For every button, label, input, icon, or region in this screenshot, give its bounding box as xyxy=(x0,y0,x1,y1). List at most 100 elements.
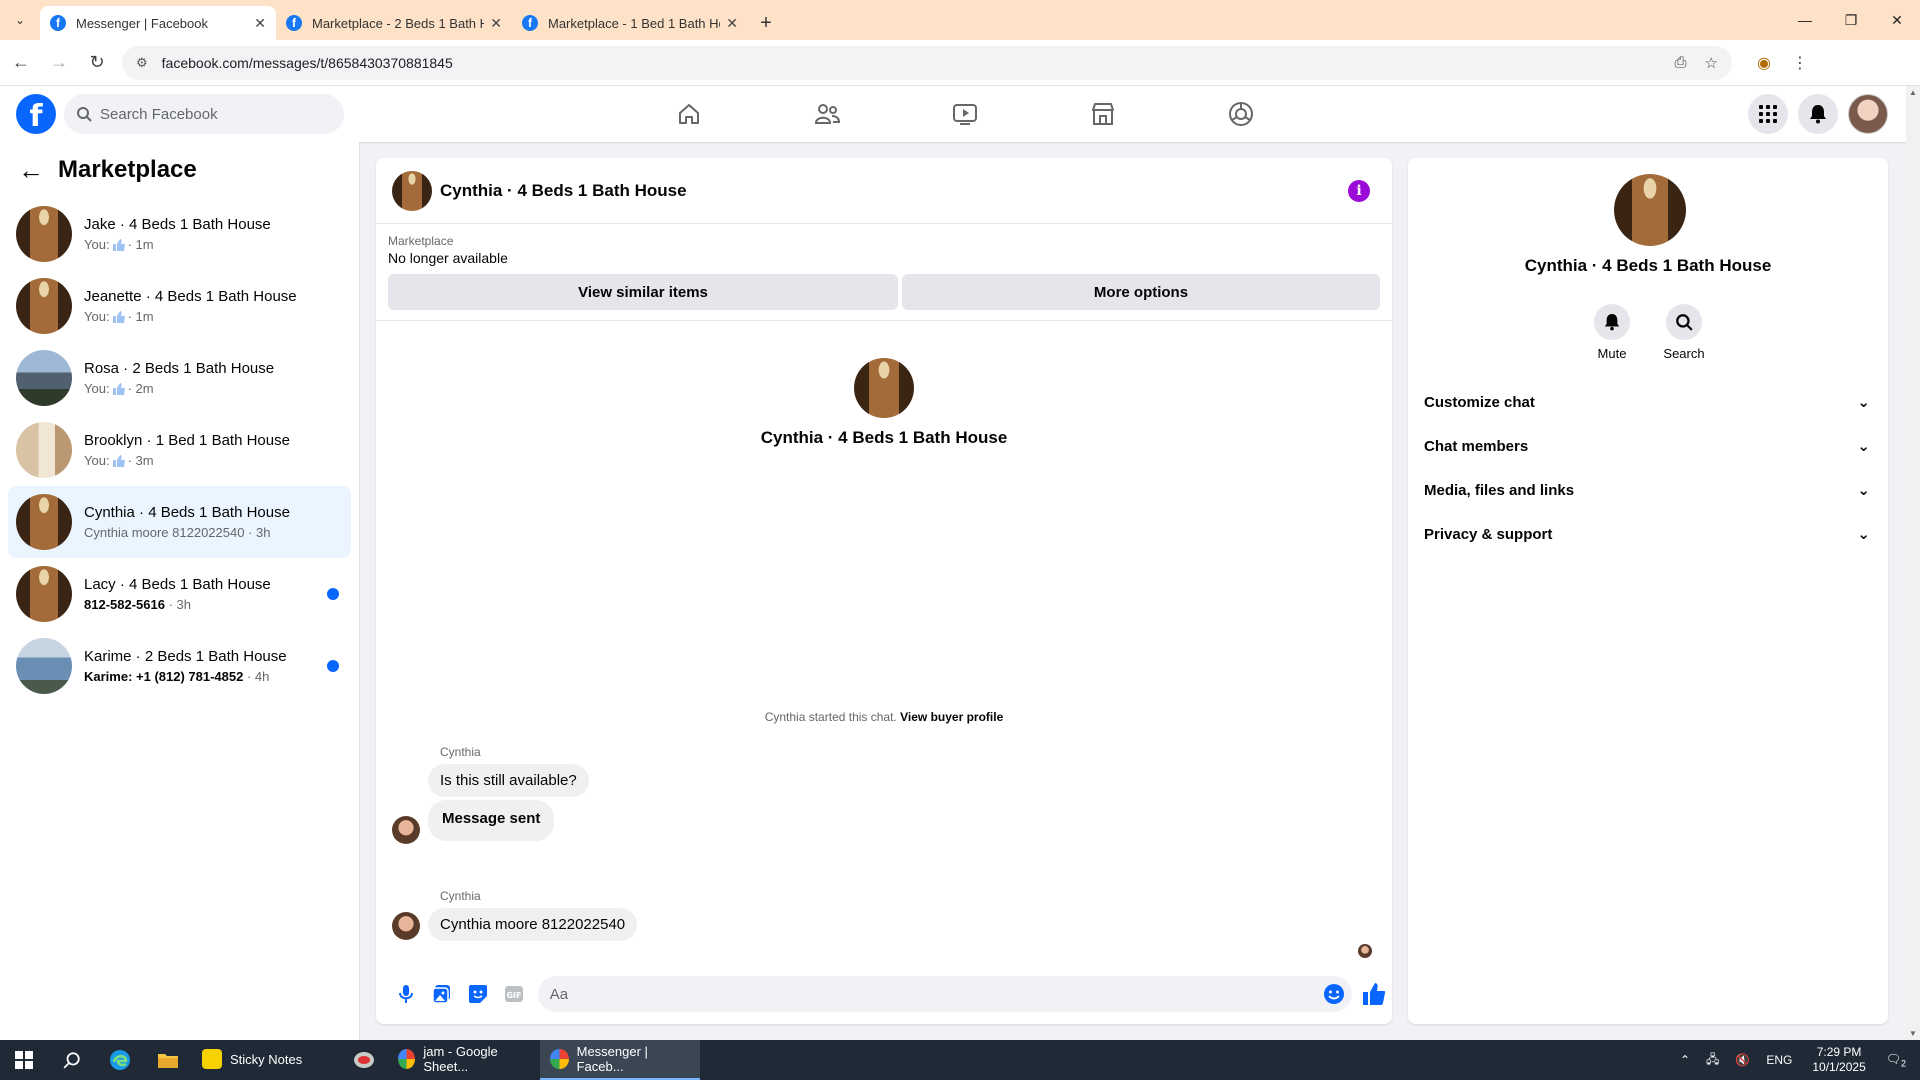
chat-members-section[interactable]: Chat members ⌄ xyxy=(1416,424,1880,468)
microphone-icon[interactable] xyxy=(388,976,424,1012)
url-field[interactable]: ⚙ facebook.com/messages/t/86584303708818… xyxy=(122,45,1732,80)
pinned-app-icon[interactable] xyxy=(340,1040,388,1080)
privacy-support-section[interactable]: Privacy & support ⌄ xyxy=(1416,512,1880,556)
marketplace-nav-icon[interactable] xyxy=(1034,86,1172,142)
reload-icon[interactable]: ↻ xyxy=(80,46,114,80)
thumbs-up-icon xyxy=(112,454,125,467)
browser-tab-marketplace-2beds[interactable]: f Marketplace - 2 Beds 1 Bath Ho ✕ xyxy=(276,6,512,40)
back-arrow-icon[interactable]: ← xyxy=(18,155,44,186)
close-icon[interactable]: ✕ xyxy=(726,15,738,32)
unread-dot-icon xyxy=(327,660,339,672)
main-nav xyxy=(620,86,1310,142)
new-tab-button[interactable]: + xyxy=(748,6,784,40)
conversation-name: Jeanette · 4 Beds 1 Bath House xyxy=(84,288,297,305)
install-app-icon[interactable]: ⎙ xyxy=(1675,54,1687,71)
taskbar-google-sheets[interactable]: jam - Google Sheet... xyxy=(388,1040,540,1080)
taskbar-messenger[interactable]: Messenger | Faceb... xyxy=(540,1040,700,1080)
tab-title: Marketplace - 1 Bed 1 Bath Hou xyxy=(548,15,721,31)
tab-search-chevron-icon[interactable]: ⌄ xyxy=(0,0,40,40)
more-options-button[interactable]: More options xyxy=(902,274,1380,310)
url-text: facebook.com/messages/t/8658430370881845 xyxy=(161,54,453,71)
gaming-nav-icon[interactable] xyxy=(1172,86,1310,142)
close-icon[interactable]: ✕ xyxy=(254,15,266,32)
conversation-time: · 3h xyxy=(248,525,271,540)
details-avatar[interactable] xyxy=(1614,174,1686,246)
search-in-chat-button[interactable]: Search xyxy=(1663,304,1705,361)
browser-menu-icon[interactable]: ⋮ xyxy=(1782,53,1818,73)
forward-arrow-icon[interactable]: → xyxy=(42,46,76,80)
browser-tab-messenger[interactable]: f Messenger | Facebook ✕ xyxy=(40,6,276,40)
close-icon[interactable]: ✕ xyxy=(490,15,502,32)
edge-browser-icon[interactable] xyxy=(96,1040,144,1080)
account-avatar[interactable] xyxy=(1848,94,1888,134)
conversation-item[interactable]: Rosa · 2 Beds 1 Bath House You: · 2m xyxy=(8,342,351,414)
minimize-icon[interactable]: — xyxy=(1782,0,1828,40)
conversation-name: Karime · 2 Beds 1 Bath House xyxy=(84,648,287,665)
scroll-up-icon[interactable]: ▲ xyxy=(1909,88,1917,97)
thumbs-up-send-icon[interactable] xyxy=(1356,976,1392,1012)
notification-center-icon[interactable]: 🗨2 xyxy=(1886,1052,1906,1068)
message-bubble[interactable]: Is this still available? xyxy=(428,764,589,797)
bell-icon[interactable] xyxy=(1594,304,1630,340)
speaker-muted-icon[interactable]: 🔇 xyxy=(1735,1053,1750,1067)
bookmark-star-icon[interactable]: ☆ xyxy=(1705,54,1718,72)
back-arrow-icon[interactable]: ← xyxy=(4,46,38,80)
media-files-links-section[interactable]: Media, files and links ⌄ xyxy=(1416,468,1880,512)
profile-icon[interactable]: ◉ xyxy=(1746,53,1782,73)
conversation-item[interactable]: Brooklyn · 1 Bed 1 Bath House You: · 3m xyxy=(8,414,351,486)
listing-thumbnail xyxy=(16,566,72,622)
mute-button[interactable]: Mute xyxy=(1594,304,1630,361)
search-icon[interactable] xyxy=(1666,304,1702,340)
emoji-icon[interactable] xyxy=(1322,982,1346,1006)
facebook-search-input[interactable]: Search Facebook xyxy=(64,94,344,134)
facebook-favicon-icon: f xyxy=(522,15,538,31)
site-info-icon[interactable]: ⚙ xyxy=(136,55,148,71)
taskbar-sticky-notes[interactable]: Sticky Notes xyxy=(192,1040,334,1080)
photo-icon[interactable] xyxy=(424,976,460,1012)
video-nav-icon[interactable] xyxy=(896,86,1034,142)
chat-window: Cynthia · 4 Beds 1 Bath House i Marketpl… xyxy=(376,158,1392,1024)
page-scrollbar[interactable]: ▲ ▼ xyxy=(1906,86,1920,1040)
conversation-preview: 812-582-5616 xyxy=(84,597,165,612)
search-icon[interactable] xyxy=(48,1040,96,1080)
view-buyer-profile-link[interactable]: View buyer profile xyxy=(900,710,1003,724)
sender-avatar[interactable] xyxy=(392,912,420,940)
message-bubble[interactable]: Cynthia moore 8122022540 xyxy=(428,908,638,941)
gif-icon[interactable]: GIF xyxy=(496,976,532,1012)
conversation-name: Rosa · 2 Beds 1 Bath House xyxy=(84,360,275,377)
customize-chat-section[interactable]: Customize chat ⌄ xyxy=(1416,380,1880,424)
section-label: Media, files and links xyxy=(1424,481,1575,499)
info-icon[interactable]: i xyxy=(1348,180,1370,202)
restore-icon[interactable]: ❐ xyxy=(1828,0,1874,40)
conversation-item[interactable]: Jeanette · 4 Beds 1 Bath House You: · 1m xyxy=(8,270,351,342)
friends-nav-icon[interactable] xyxy=(758,86,896,142)
network-icon[interactable]: 🖧 xyxy=(1706,1050,1719,1071)
sticker-icon[interactable] xyxy=(460,976,496,1012)
chevron-up-icon[interactable]: ⌃ xyxy=(1680,1053,1690,1067)
message-input[interactable]: Aa xyxy=(537,976,1353,1012)
clock[interactable]: 7:29 PM 10/1/2025 xyxy=(1812,1045,1865,1075)
panel-title: Marketplace xyxy=(58,156,197,183)
windows-start-icon[interactable] xyxy=(0,1040,48,1080)
language-indicator[interactable]: ENG xyxy=(1766,1053,1792,1067)
home-nav-icon[interactable] xyxy=(620,86,758,142)
sender-avatar[interactable] xyxy=(392,816,420,844)
conversation-list-panel: ← Marketplace Jake · 4 Beds 1 Bath House… xyxy=(0,142,360,1040)
conversation-item[interactable]: Jake · 4 Beds 1 Bath House You: · 1m xyxy=(8,198,351,270)
scroll-down-icon[interactable]: ▼ xyxy=(1909,1029,1917,1038)
conversation-item-selected[interactable]: Cynthia · 4 Beds 1 Bath House Cynthia mo… xyxy=(8,486,351,558)
chat-title[interactable]: Cynthia · 4 Beds 1 Bath House xyxy=(440,181,687,201)
listing-status: No longer available xyxy=(388,250,508,266)
facebook-logo-icon[interactable]: f xyxy=(16,94,56,134)
window-close-icon[interactable]: ✕ xyxy=(1874,0,1920,40)
message-bubble[interactable]: Message sent xyxy=(428,800,555,841)
chat-avatar[interactable] xyxy=(392,170,432,211)
file-explorer-icon[interactable] xyxy=(144,1040,192,1080)
conversation-item[interactable]: Lacy · 4 Beds 1 Bath House 812-582-5616 … xyxy=(8,558,351,630)
view-similar-items-button[interactable]: View similar items xyxy=(388,274,898,310)
conversation-item[interactable]: Karime · 2 Beds 1 Bath House Karime: +1 … xyxy=(8,630,351,702)
notifications-bell-icon[interactable] xyxy=(1798,94,1838,134)
browser-tab-marketplace-1bed[interactable]: f Marketplace - 1 Bed 1 Bath Hou ✕ xyxy=(512,6,748,40)
menu-grid-icon[interactable] xyxy=(1748,94,1788,134)
conversation-time: · 3h xyxy=(168,597,191,612)
